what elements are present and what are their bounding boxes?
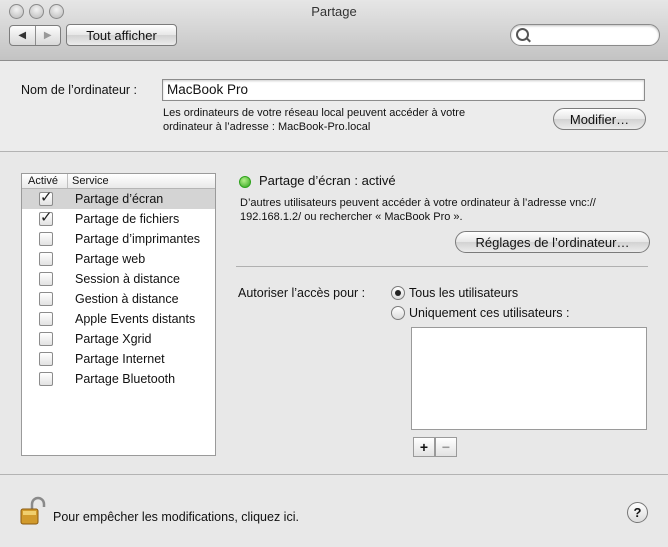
service-checkbox[interactable]	[39, 372, 53, 386]
access-label: Autoriser l’accès pour :	[238, 286, 366, 300]
service-name: Partage Xgrid	[75, 332, 152, 346]
service-row[interactable]: Partage Xgrid	[22, 329, 215, 349]
status-indicator-icon	[239, 176, 251, 188]
services-table-header: Activé Service	[22, 174, 215, 189]
service-checkbox[interactable]	[39, 252, 53, 266]
checkmark-icon: ✓	[40, 189, 53, 206]
computer-name-label: Nom de l’ordinateur :	[21, 83, 138, 97]
computer-address-line1: Les ordinateurs de votre réseau local pe…	[163, 107, 466, 119]
services-list: ✓ Partage d’écran ✓ Partage de fichiers Part…	[22, 189, 215, 389]
remove-user-button[interactable]: −	[435, 437, 457, 457]
service-status: Partage d’écran : activé	[259, 173, 396, 188]
service-checkbox[interactable]: ✓	[39, 209, 53, 226]
allowed-users-list[interactable]	[411, 327, 647, 430]
search-icon	[516, 28, 529, 41]
nav-buttons: ◀ ▶	[9, 25, 61, 46]
service-row[interactable]: Partage d’imprimantes	[22, 229, 215, 249]
help-button[interactable]: ?	[627, 502, 648, 523]
service-name: Partage Internet	[75, 352, 165, 366]
service-name: Partage d’imprimantes	[75, 232, 201, 246]
service-checkbox[interactable]	[39, 332, 53, 346]
column-enabled[interactable]: Activé	[22, 174, 68, 188]
service-name: Partage d’écran	[75, 192, 164, 206]
lock-icon[interactable]	[20, 496, 46, 526]
search-field[interactable]	[510, 24, 660, 46]
service-name: Apple Events distants	[75, 312, 196, 326]
service-row[interactable]: ✓ Partage de fichiers	[22, 209, 215, 229]
service-row[interactable]: Gestion à distance	[22, 289, 215, 309]
service-name: Session à distance	[75, 272, 180, 286]
checkmark-icon: ✓	[40, 209, 53, 226]
edit-name-button[interactable]: Modifier…	[553, 108, 646, 130]
back-icon[interactable]: ◀	[10, 26, 35, 45]
service-row[interactable]: Session à distance	[22, 269, 215, 289]
window-title: Partage	[311, 4, 357, 19]
service-info-line2: 192.168.1.2/ ou rechercher « MacBook Pro…	[240, 211, 463, 223]
section-divider	[236, 266, 648, 267]
services-table: Activé Service ✓ Partage d’écran ✓ Partage …	[21, 173, 216, 456]
computer-address-line2: ordinateur à l’adresse : MacBook-Pro.loc…	[163, 121, 371, 133]
service-name: Partage de fichiers	[75, 212, 180, 226]
service-checkbox[interactable]	[39, 272, 53, 286]
option-all-users-label[interactable]: Tous les utilisateurs	[409, 286, 518, 300]
forward-icon[interactable]: ▶	[34, 26, 61, 45]
service-name: Gestion à distance	[75, 292, 179, 306]
service-name: Partage web	[75, 252, 146, 266]
service-info-line1: D’autres utilisateurs peuvent accéder à …	[240, 197, 596, 209]
service-row[interactable]: Partage web	[22, 249, 215, 269]
service-checkbox[interactable]	[39, 292, 53, 306]
computer-name-field[interactable]: MacBook Pro	[162, 79, 645, 101]
service-name: Partage Bluetooth	[75, 372, 176, 386]
lock-message[interactable]: Pour empêcher les modifications, cliquez…	[53, 510, 299, 524]
computer-name-section: Nom de l’ordinateur : MacBook Pro Les or…	[0, 61, 668, 152]
radio-all-users[interactable]	[391, 286, 405, 300]
option-only-users-label[interactable]: Uniquement ces utilisateurs :	[409, 306, 570, 320]
service-checkbox[interactable]	[39, 312, 53, 326]
window-titlebar: Partage ◀ ▶ Tout afficher	[0, 0, 668, 61]
service-row[interactable]: Apple Events distants	[22, 309, 215, 329]
show-all-button[interactable]: Tout afficher	[66, 24, 177, 46]
sharing-main-section: Activé Service ✓ Partage d’écran ✓ Partage …	[0, 152, 668, 475]
service-row[interactable]: ✓ Partage d’écran	[22, 189, 215, 209]
service-checkbox[interactable]	[39, 352, 53, 366]
column-service[interactable]: Service	[68, 174, 109, 188]
service-row[interactable]: Partage Internet	[22, 349, 215, 369]
computer-settings-button[interactable]: Réglages de l’ordinateur…	[455, 231, 650, 253]
service-checkbox[interactable]: ✓	[39, 189, 53, 206]
add-user-button[interactable]: +	[413, 437, 435, 457]
footer: Pour empêcher les modifications, cliquez…	[0, 475, 668, 547]
service-row[interactable]: Partage Bluetooth	[22, 369, 215, 389]
search-input[interactable]	[533, 27, 655, 44]
service-checkbox[interactable]	[39, 232, 53, 246]
radio-only-these-users[interactable]	[391, 306, 405, 320]
